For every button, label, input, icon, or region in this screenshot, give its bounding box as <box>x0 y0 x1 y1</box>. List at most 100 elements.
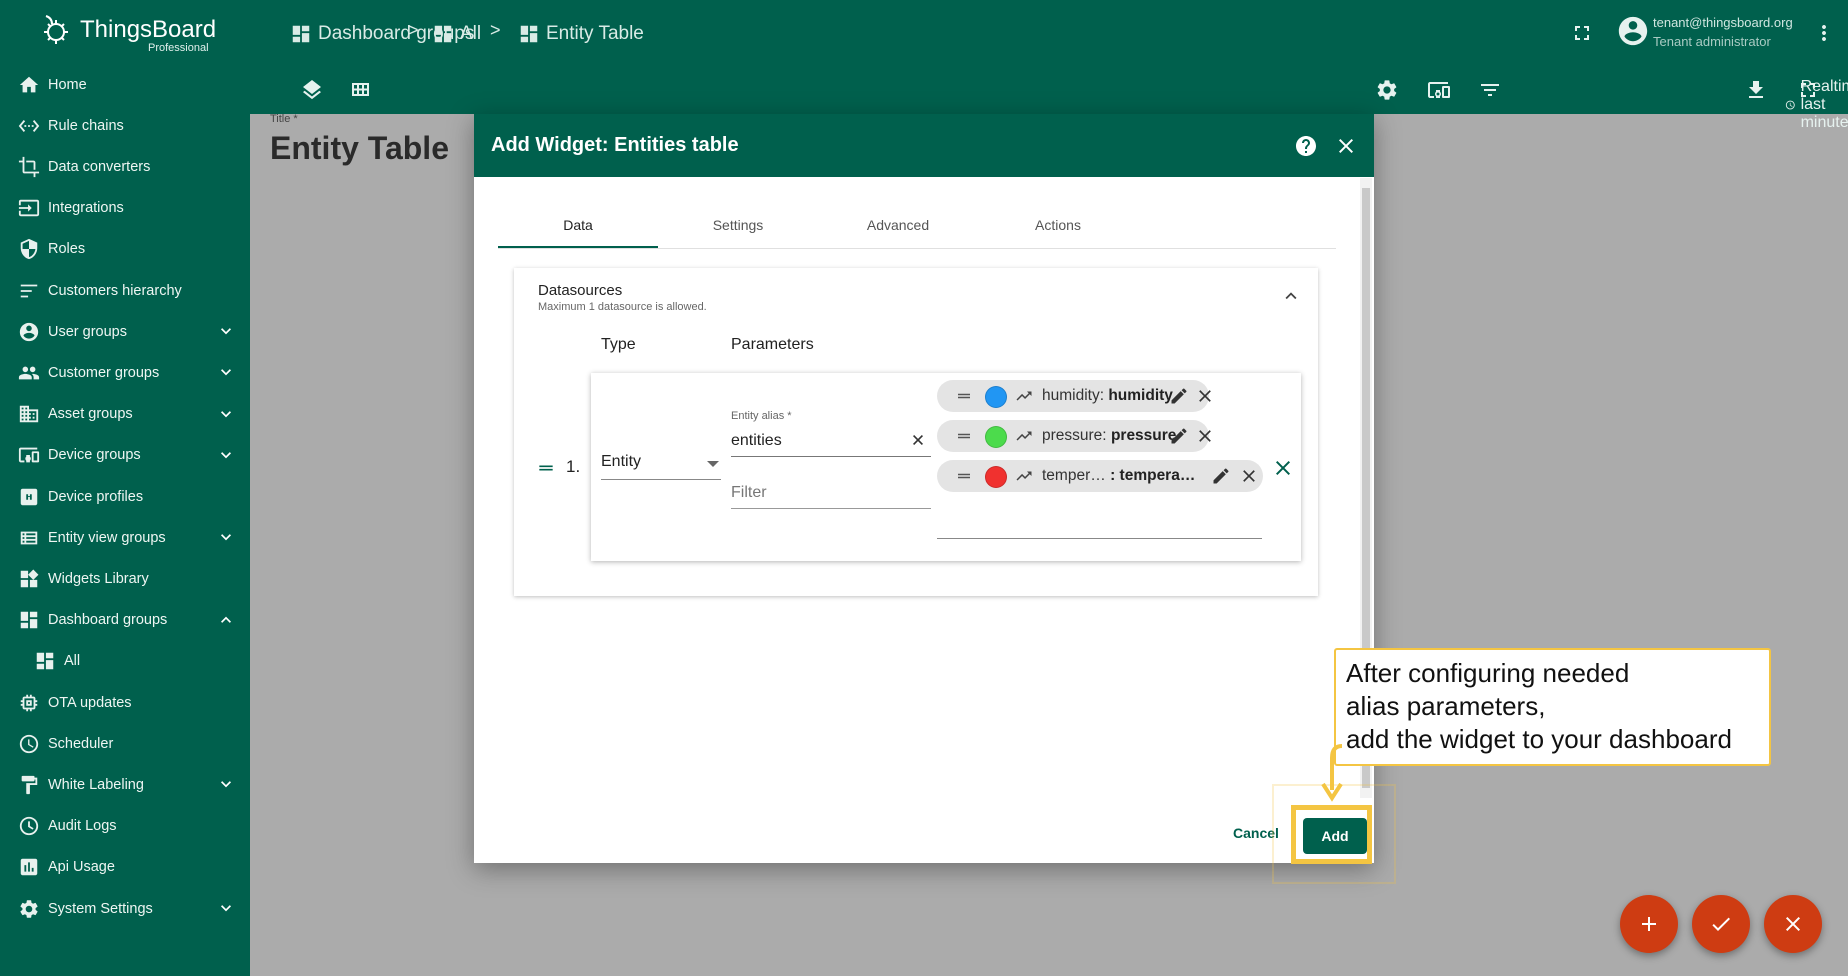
tabs-divider <box>498 248 1336 249</box>
chevron-down-icon[interactable] <box>216 321 236 341</box>
chevron-down-icon[interactable] <box>216 362 236 382</box>
edit-icon[interactable] <box>1169 426 1189 446</box>
drag-handle-icon[interactable] <box>955 387 973 405</box>
filter-icon[interactable] <box>1478 78 1502 102</box>
layouts-icon[interactable] <box>348 78 372 102</box>
key-color-swatch[interactable] <box>985 466 1007 488</box>
brand-name: ThingsBoard <box>80 16 217 43</box>
sidebar-item-device-profiles[interactable]: Device profiles <box>0 476 250 517</box>
data-key-chip[interactable]: humidity: humidity <box>937 380 1211 412</box>
add-widget-fab[interactable] <box>1620 895 1678 953</box>
dashboard-icon <box>292 25 310 43</box>
sidebar-item-label: User groups <box>48 323 127 340</box>
sidebar-item-label: Scheduler <box>48 735 114 752</box>
home-icon <box>18 74 40 96</box>
widgets-library-icon <box>18 568 40 590</box>
callout-line: alias parameters, <box>1346 691 1546 721</box>
data-key-chip[interactable]: pressure: pressure <box>937 420 1211 452</box>
more-vert-icon[interactable] <box>1812 21 1836 45</box>
help-icon[interactable] <box>1294 134 1318 158</box>
sidebar-item-white-labeling[interactable]: White Labeling <box>0 764 250 805</box>
scheduler-icon <box>18 733 40 755</box>
save-fab[interactable] <box>1692 895 1750 953</box>
chevron-down-icon[interactable] <box>216 898 236 918</box>
edit-icon[interactable] <box>1211 466 1231 486</box>
sidebar-item-label: Device groups <box>48 447 141 464</box>
sidebar-item-label: Asset groups <box>48 406 133 423</box>
chevron-down-icon[interactable] <box>216 445 236 465</box>
sidebar-item-home[interactable]: Home <box>0 64 250 105</box>
layers-icon[interactable] <box>300 78 324 102</box>
tab-data[interactable]: Data <box>498 200 658 250</box>
sidebar-item-data-converters[interactable]: Data converters <box>0 146 250 187</box>
entity-alias-input[interactable]: entities <box>731 428 931 457</box>
sidebar-item-widgets-library[interactable]: Widgets Library <box>0 558 250 599</box>
dialog-title: Add Widget: Entities table <box>491 134 739 156</box>
sidebar-item-user-groups[interactable]: User groups <box>0 311 250 352</box>
breadcrumb-all[interactable]: All <box>432 20 481 48</box>
download-icon[interactable] <box>1744 78 1768 102</box>
clear-icon[interactable] <box>908 430 928 450</box>
drag-handle-icon[interactable] <box>955 427 973 445</box>
entity-view-groups-icon <box>18 527 40 549</box>
devices-icon[interactable] <box>1427 78 1451 102</box>
sidebar-item-api-usage[interactable]: Api Usage <box>0 847 250 888</box>
callout-arrow-icon <box>1321 744 1343 802</box>
sidebar-item-audit-logs[interactable]: Audit Logs <box>0 806 250 847</box>
drag-handle-icon[interactable] <box>536 458 556 478</box>
sidebar-item-all[interactable]: All <box>0 641 250 682</box>
sidebar-item-device-groups[interactable]: Device groups <box>0 435 250 476</box>
cancel-fab[interactable] <box>1764 895 1822 953</box>
dropdown-arrow-icon <box>707 461 719 467</box>
dashboard-icon <box>34 650 56 672</box>
sidebar-item-roles[interactable]: Roles <box>0 229 250 270</box>
white-labeling-icon <box>18 774 40 796</box>
callout-line: After configuring needed <box>1346 658 1630 688</box>
chevron-up-icon[interactable] <box>216 610 236 630</box>
dialog-header: Add Widget: Entities table <box>474 114 1374 177</box>
remove-datasource-icon[interactable] <box>1271 456 1295 480</box>
key-color-swatch[interactable] <box>985 386 1007 408</box>
sidebar-item-rule-chains[interactable]: Rule chains <box>0 105 250 146</box>
dashboard-title[interactable]: Entity Table <box>270 130 449 167</box>
active-tab-indicator <box>498 246 658 248</box>
sidebar-item-scheduler[interactable]: Scheduler <box>0 723 250 764</box>
drag-handle-icon[interactable] <box>955 467 973 485</box>
chevron-down-icon[interactable] <box>216 404 236 424</box>
close-icon[interactable] <box>1239 466 1259 486</box>
sidebar-item-ota-updates[interactable]: OTA updates <box>0 682 250 723</box>
sidebar-item-integrations[interactable]: Integrations <box>0 188 250 229</box>
fullscreen-icon[interactable] <box>1570 21 1594 45</box>
data-key-chip[interactable]: temper… : tempera… <box>937 460 1263 492</box>
plus-icon <box>1642 917 1656 931</box>
tab-settings[interactable]: Settings <box>658 200 818 250</box>
avatar-icon[interactable] <box>1616 14 1650 48</box>
close-icon[interactable] <box>1334 134 1358 158</box>
key-color-swatch[interactable] <box>985 426 1007 448</box>
datasource-type-select[interactable]: Entity <box>601 445 721 480</box>
chevron-down-icon[interactable] <box>216 774 236 794</box>
callout-line: add the widget to your dashboard <box>1346 724 1732 754</box>
close-icon[interactable] <box>1195 426 1215 446</box>
sidebar-item-dashboard-groups[interactable]: Dashboard groups <box>0 600 250 641</box>
sidebar-item-label: Dashboard groups <box>48 612 168 629</box>
tab-actions[interactable]: Actions <box>978 200 1138 250</box>
close-icon[interactable] <box>1195 386 1215 406</box>
sidebar-item-entity-view-groups[interactable]: Entity view groups <box>0 517 250 558</box>
filter-input[interactable]: Filter <box>731 480 931 509</box>
sidebar-item-customer-groups[interactable]: Customer groups <box>0 352 250 393</box>
add-button[interactable]: Add <box>1303 818 1367 854</box>
tab-advanced[interactable]: Advanced <box>818 200 978 250</box>
chevron-up-icon[interactable] <box>1280 285 1302 307</box>
edit-icon[interactable] <box>1169 386 1189 406</box>
timeseries-icon <box>1015 387 1033 405</box>
sidebar-item-label: All <box>64 653 81 670</box>
thingsboard-logo[interactable]: ThingsBoard Professional <box>40 12 220 56</box>
sidebar-item-label: Data converters <box>48 158 151 175</box>
sidebar-item-customers-hierarchy[interactable]: Customers hierarchy <box>0 270 250 311</box>
sidebar-item-system-settings[interactable]: System Settings <box>0 888 250 929</box>
gear-icon[interactable] <box>1375 78 1399 102</box>
sidebar-item-asset-groups[interactable]: Asset groups <box>0 394 250 435</box>
chevron-down-icon[interactable] <box>216 527 236 547</box>
fullscreen-icon[interactable] <box>1796 78 1820 102</box>
